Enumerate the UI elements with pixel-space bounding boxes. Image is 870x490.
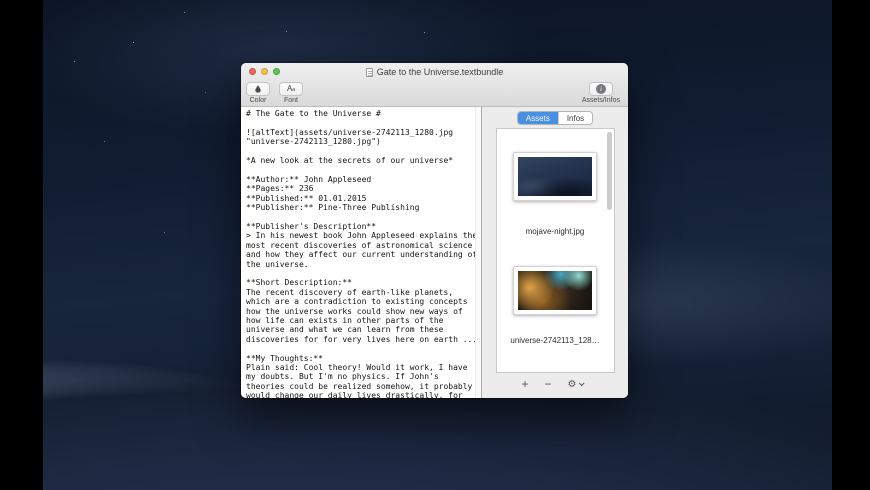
asset-thumbnail-universe[interactable] xyxy=(513,266,597,315)
gear-icon: ⚙ xyxy=(567,378,577,390)
stars-decoration xyxy=(43,0,44,1)
window-title-text: Gate to the Universe.textbundle xyxy=(376,67,504,77)
tab-infos[interactable]: Infos xyxy=(557,112,593,124)
document-icon xyxy=(365,67,373,77)
assets-infos-button[interactable]: i xyxy=(588,82,613,96)
info-icon: i xyxy=(595,84,606,94)
color-button[interactable] xyxy=(246,82,270,96)
markdown-editor: # The Gate to the Universe # ![altText](… xyxy=(241,107,481,398)
asset-thumbnail-mojave[interactable] xyxy=(513,152,597,201)
add-asset-button[interactable]: + xyxy=(522,377,529,391)
universe-image xyxy=(518,271,592,310)
close-button[interactable] xyxy=(249,68,256,75)
mojave-night-image xyxy=(518,157,592,196)
gear-menu-button[interactable]: ⚙ xyxy=(567,378,585,390)
chevron-down-icon xyxy=(578,380,585,387)
editor-text-area[interactable]: # The Gate to the Universe # ![altText](… xyxy=(241,107,481,398)
titlebar[interactable]: Gate to the Universe.textbundle xyxy=(241,63,628,81)
font-button-label: Font xyxy=(283,97,298,104)
assets-list-scrollbar[interactable] xyxy=(606,132,612,210)
textbundle-editor-window: Gate to the Universe.textbundle Color Aa xyxy=(241,63,628,398)
toolbar: Color Aa Font i Assets/Infos xyxy=(241,81,628,106)
asset-filename: universe-2742113_128… xyxy=(510,336,600,345)
font-button[interactable]: Aa xyxy=(279,82,303,96)
droplet-icon xyxy=(255,85,261,93)
desktop-background: Gate to the Universe.textbundle Color Aa xyxy=(0,0,870,490)
assets-action-bar: + − ⚙ xyxy=(522,377,585,391)
assets-infos-button-label: Assets/Infos xyxy=(581,97,620,104)
color-tool: Color xyxy=(246,82,270,104)
window-header: Gate to the Universe.textbundle Color Aa xyxy=(241,63,628,107)
assets-panel: Assets Infos mojave-night.jpg universe-2… xyxy=(482,107,628,398)
assets-infos-tool: i Assets/Infos xyxy=(582,82,620,104)
editor-scrollbar[interactable] xyxy=(475,107,481,398)
remove-asset-button[interactable]: − xyxy=(545,377,552,391)
asset-filename: mojave-night.jpg xyxy=(525,227,585,236)
assets-list: mojave-night.jpg universe-2742113_128… xyxy=(495,128,615,373)
zoom-button[interactable] xyxy=(273,68,280,75)
color-button-label: Color xyxy=(249,97,267,104)
font-icon: Aa xyxy=(286,83,296,93)
window-content: # The Gate to the Universe # ![altText](… xyxy=(241,107,628,398)
panel-tab-switcher: Assets Infos xyxy=(516,111,594,125)
minimize-button[interactable] xyxy=(261,68,268,75)
tab-assets[interactable]: Assets xyxy=(517,112,558,124)
window-title: Gate to the Universe.textbundle xyxy=(365,67,504,77)
font-tool: Aa Font xyxy=(279,82,303,104)
traffic-lights xyxy=(249,68,280,75)
